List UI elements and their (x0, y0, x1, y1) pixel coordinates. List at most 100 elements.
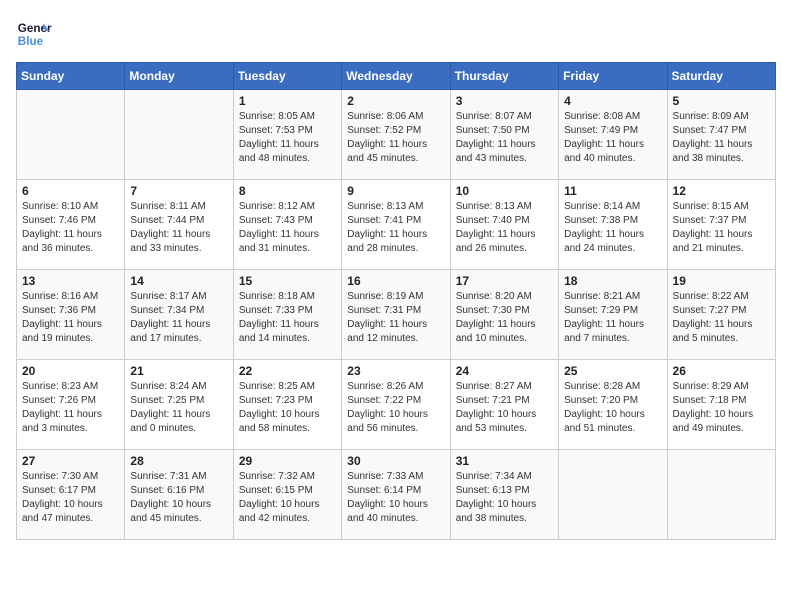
day-info: Sunrise: 8:21 AM Sunset: 7:29 PM Dayligh… (564, 290, 661, 346)
calendar-week-1: 1 Sunrise: 8:05 AM Sunset: 7:53 PM Daylig… (17, 90, 776, 180)
calendar-cell: 3 Sunrise: 8:07 AM Sunset: 7:50 PM Daylig… (450, 90, 558, 180)
day-number: 14 (130, 274, 227, 288)
calendar-table: SundayMondayTuesdayWednesdayThursdayFrid… (16, 62, 776, 540)
calendar-cell: 17 Sunrise: 8:20 AM Sunset: 7:30 PM Dayli… (450, 270, 558, 360)
day-info: Sunrise: 8:29 AM Sunset: 7:18 PM Dayligh… (673, 380, 770, 436)
day-info: Sunrise: 8:07 AM Sunset: 7:50 PM Dayligh… (456, 110, 553, 166)
calendar-cell: 27 Sunrise: 7:30 AM Sunset: 6:17 PM Dayli… (17, 450, 125, 540)
day-info: Sunrise: 8:24 AM Sunset: 7:25 PM Dayligh… (130, 380, 227, 436)
day-info: Sunrise: 7:32 AM Sunset: 6:15 PM Dayligh… (239, 470, 336, 526)
day-number: 24 (456, 364, 553, 378)
day-info: Sunrise: 8:28 AM Sunset: 7:20 PM Dayligh… (564, 380, 661, 436)
day-number: 23 (347, 364, 444, 378)
calendar-cell: 18 Sunrise: 8:21 AM Sunset: 7:29 PM Dayli… (559, 270, 667, 360)
day-info: Sunrise: 7:30 AM Sunset: 6:17 PM Dayligh… (22, 470, 119, 526)
calendar-cell: 12Sunrise: 8:15 AM Sunset: 7:37 PM Dayli… (667, 180, 775, 270)
calendar-cell: 8Sunrise: 8:12 AM Sunset: 7:43 PM Daylig… (233, 180, 341, 270)
day-info: Sunrise: 8:23 AM Sunset: 7:26 PM Dayligh… (22, 380, 119, 436)
day-number: 1 (239, 94, 336, 108)
day-info: Sunrise: 8:06 AM Sunset: 7:52 PM Dayligh… (347, 110, 444, 166)
day-info: Sunrise: 8:20 AM Sunset: 7:30 PM Dayligh… (456, 290, 553, 346)
day-header-tuesday: Tuesday (233, 63, 341, 90)
calendar-cell: 7 Sunrise: 8:11 AM Sunset: 7:44 PM Daylig… (125, 180, 233, 270)
calendar-cell: 21 Sunrise: 8:24 AM Sunset: 7:25 PM Dayli… (125, 360, 233, 450)
calendar-cell: 31 Sunrise: 7:34 AM Sunset: 6:13 PM Dayli… (450, 450, 558, 540)
calendar-header-row: SundayMondayTuesdayWednesdayThursdayFrid… (17, 63, 776, 90)
calendar-cell (667, 450, 775, 540)
day-header-sunday: Sunday (17, 63, 125, 90)
day-number: 17 (456, 274, 553, 288)
calendar-cell: 22 Sunrise: 8:25 AM Sunset: 7:23 PM Dayli… (233, 360, 341, 450)
calendar-cell: 1 Sunrise: 8:05 AM Sunset: 7:53 PM Daylig… (233, 90, 341, 180)
day-number: 7 (130, 184, 227, 198)
day-info: Sunrise: 8:10 AM Sunset: 7:46 PM Dayligh… (22, 200, 119, 256)
day-number: 13 (22, 274, 119, 288)
day-number: 30 (347, 454, 444, 468)
day-number: 26 (673, 364, 770, 378)
day-number: 16 (347, 274, 444, 288)
day-number: 20 (22, 364, 119, 378)
calendar-cell: 19 Sunrise: 8:22 AM Sunset: 7:27 PM Dayli… (667, 270, 775, 360)
calendar-week-5: 27 Sunrise: 7:30 AM Sunset: 6:17 PM Dayli… (17, 450, 776, 540)
day-info: Sunrise: 8:27 AM Sunset: 7:21 PM Dayligh… (456, 380, 553, 436)
day-info: Sunrise: 8:13 AM Sunset: 7:40 PM Dayligh… (456, 200, 553, 256)
calendar-cell (559, 450, 667, 540)
day-info: Sunrise: 8:16 AM Sunset: 7:36 PM Dayligh… (22, 290, 119, 346)
day-number: 19 (673, 274, 770, 288)
calendar-cell: 6 Sunrise: 8:10 AM Sunset: 7:46 PM Daylig… (17, 180, 125, 270)
day-number: 21 (130, 364, 227, 378)
day-info: Sunrise: 8:11 AM Sunset: 7:44 PM Dayligh… (130, 200, 227, 256)
calendar-cell: 13 Sunrise: 8:16 AM Sunset: 7:36 PM Dayli… (17, 270, 125, 360)
calendar-cell: 11Sunrise: 8:14 AM Sunset: 7:38 PM Dayli… (559, 180, 667, 270)
day-header-thursday: Thursday (450, 63, 558, 90)
day-info: Sunrise: 7:34 AM Sunset: 6:13 PM Dayligh… (456, 470, 553, 526)
calendar-cell: 9Sunrise: 8:13 AM Sunset: 7:41 PM Daylig… (342, 180, 450, 270)
day-info: Sunrise: 8:18 AM Sunset: 7:33 PM Dayligh… (239, 290, 336, 346)
day-header-friday: Friday (559, 63, 667, 90)
day-number: 6 (22, 184, 119, 198)
day-info: Sunrise: 8:09 AM Sunset: 7:47 PM Dayligh… (673, 110, 770, 166)
day-number: 8 (239, 184, 336, 198)
calendar-cell: 20 Sunrise: 8:23 AM Sunset: 7:26 PM Dayli… (17, 360, 125, 450)
day-number: 27 (22, 454, 119, 468)
day-info: Sunrise: 8:08 AM Sunset: 7:49 PM Dayligh… (564, 110, 661, 166)
day-number: 31 (456, 454, 553, 468)
calendar-cell: 24 Sunrise: 8:27 AM Sunset: 7:21 PM Dayli… (450, 360, 558, 450)
day-info: Sunrise: 8:13 AM Sunset: 7:41 PM Dayligh… (347, 200, 444, 256)
day-info: Sunrise: 8:15 AM Sunset: 7:37 PM Dayligh… (673, 200, 770, 256)
day-header-monday: Monday (125, 63, 233, 90)
day-header-saturday: Saturday (667, 63, 775, 90)
day-info: Sunrise: 8:17 AM Sunset: 7:34 PM Dayligh… (130, 290, 227, 346)
day-info: Sunrise: 7:33 AM Sunset: 6:14 PM Dayligh… (347, 470, 444, 526)
svg-text:Blue: Blue (18, 35, 44, 48)
day-info: Sunrise: 7:31 AM Sunset: 6:16 PM Dayligh… (130, 470, 227, 526)
calendar-cell (17, 90, 125, 180)
day-info: Sunrise: 8:19 AM Sunset: 7:31 PM Dayligh… (347, 290, 444, 346)
day-number: 3 (456, 94, 553, 108)
day-number: 28 (130, 454, 227, 468)
day-number: 18 (564, 274, 661, 288)
calendar-cell: 10 Sunrise: 8:13 AM Sunset: 7:40 PM Dayli… (450, 180, 558, 270)
calendar-cell: 25 Sunrise: 8:28 AM Sunset: 7:20 PM Dayli… (559, 360, 667, 450)
day-number: 22 (239, 364, 336, 378)
day-number: 25 (564, 364, 661, 378)
day-number: 2 (347, 94, 444, 108)
calendar-cell: 29Sunrise: 7:32 AM Sunset: 6:15 PM Dayli… (233, 450, 341, 540)
calendar-cell: 16 Sunrise: 8:19 AM Sunset: 7:31 PM Dayli… (342, 270, 450, 360)
day-number: 10 (456, 184, 553, 198)
calendar-week-4: 20 Sunrise: 8:23 AM Sunset: 7:26 PM Dayli… (17, 360, 776, 450)
calendar-week-2: 6 Sunrise: 8:10 AM Sunset: 7:46 PM Daylig… (17, 180, 776, 270)
logo: General Blue (16, 16, 56, 52)
day-info: Sunrise: 8:05 AM Sunset: 7:53 PM Dayligh… (239, 110, 336, 166)
calendar-cell: 26 Sunrise: 8:29 AM Sunset: 7:18 PM Dayli… (667, 360, 775, 450)
calendar-cell: 2 Sunrise: 8:06 AM Sunset: 7:52 PM Daylig… (342, 90, 450, 180)
day-header-wednesday: Wednesday (342, 63, 450, 90)
calendar-cell (125, 90, 233, 180)
day-info: Sunrise: 8:22 AM Sunset: 7:27 PM Dayligh… (673, 290, 770, 346)
day-info: Sunrise: 8:25 AM Sunset: 7:23 PM Dayligh… (239, 380, 336, 436)
logo-icon: General Blue (16, 16, 52, 52)
calendar-cell: 23Sunrise: 8:26 AM Sunset: 7:22 PM Dayli… (342, 360, 450, 450)
day-info: Sunrise: 8:14 AM Sunset: 7:38 PM Dayligh… (564, 200, 661, 256)
calendar-cell: 28 Sunrise: 7:31 AM Sunset: 6:16 PM Dayli… (125, 450, 233, 540)
calendar-week-3: 13 Sunrise: 8:16 AM Sunset: 7:36 PM Dayli… (17, 270, 776, 360)
